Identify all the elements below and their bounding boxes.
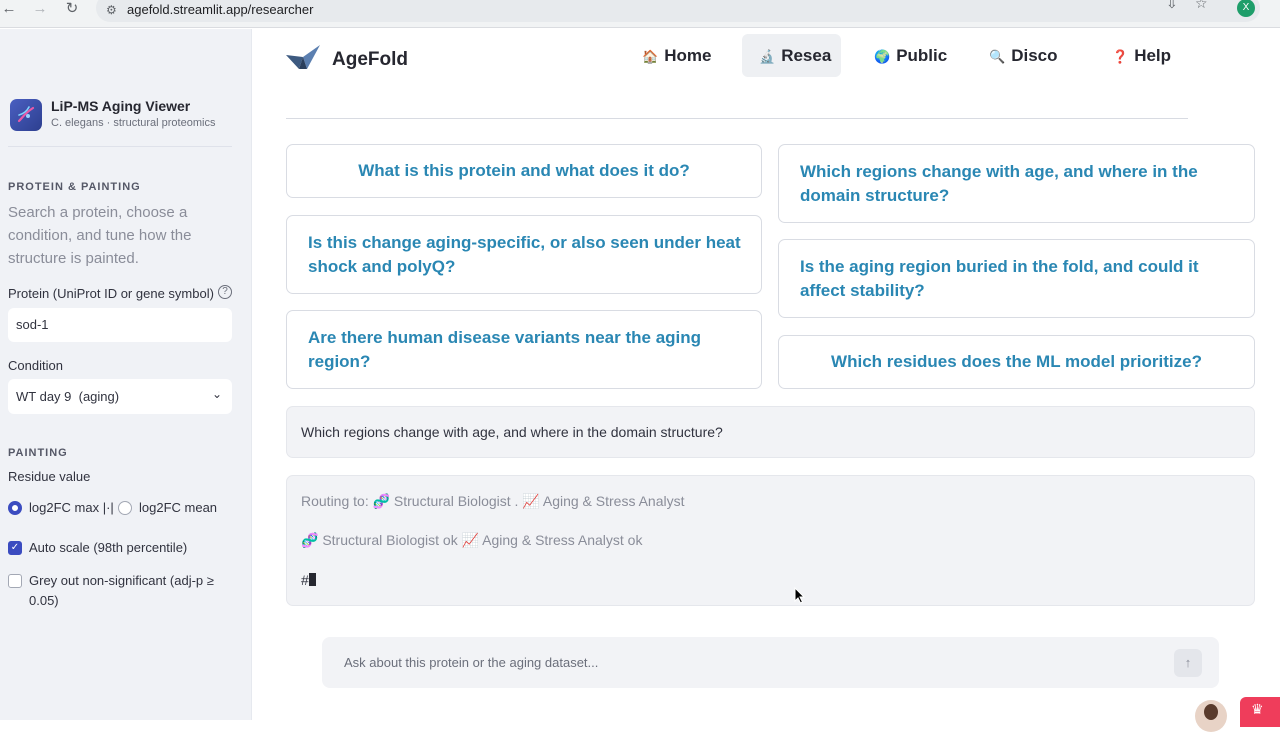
radio-log2fc-mean-label[interactable]: log2FC mean [139, 500, 217, 515]
radio-log2fc-max-label[interactable]: log2FC max |·| [29, 500, 114, 515]
site-settings-icon[interactable]: ⚙ [106, 3, 117, 17]
radio-log2fc-mean[interactable] [118, 501, 132, 515]
auto-scale-label[interactable]: Auto scale (98th percentile) [29, 538, 187, 558]
question-card[interactable]: What is this protein and what does it do… [286, 144, 762, 198]
app-badge-icon[interactable]: ♛ [1240, 697, 1280, 727]
streaming-output: # [301, 572, 316, 588]
question-card[interactable]: Is this change aging-specific, or also s… [286, 215, 762, 294]
protein-input[interactable]: sod-1 [8, 308, 232, 342]
question-icon: ❓ [1112, 49, 1129, 64]
auto-scale-checkbox[interactable]: ✓ [8, 541, 22, 555]
question-card[interactable]: Are there human disease variants near th… [286, 310, 762, 389]
app-subtitle: C. elegans · structural proteomics [51, 117, 216, 129]
header-divider [286, 118, 1188, 119]
grey-out-checkbox[interactable] [8, 574, 22, 588]
streaming-text: # [301, 572, 309, 588]
nav-public[interactable]: 🌍 Public [868, 34, 958, 77]
question-card[interactable]: Is the aging region buried in the fold, … [778, 239, 1255, 318]
globe-icon: 🌍 [874, 49, 891, 64]
residue-value-label: Residue value [8, 469, 91, 484]
brand-name: AgeFold [332, 49, 408, 70]
app-logo-icon [10, 99, 42, 131]
browser-toolbar: ← → ↻ ⚙ agefold.streamlit.app/researcher… [0, 0, 1280, 28]
presenter-avatar [1195, 700, 1227, 732]
condition-value: WT day 9 (aging) [16, 389, 120, 404]
reload-icon[interactable]: ↻ [63, 0, 81, 18]
sidebar-divider [8, 146, 232, 147]
nav-home[interactable]: 🏠 Home [634, 34, 724, 77]
search-icon: 🔍 [989, 49, 1006, 64]
nav-research[interactable]: 🔬 Resea [742, 34, 841, 77]
nav-research-label: Resea [781, 46, 832, 65]
question-card[interactable]: Which regions change with age, and where… [778, 144, 1255, 223]
forward-icon[interactable]: → [31, 0, 49, 18]
back-icon[interactable]: ← [0, 0, 18, 18]
crane-logo-icon [285, 43, 321, 78]
app-title: LiP-MS Aging Viewer [51, 98, 191, 114]
text-cursor [308, 573, 316, 586]
sidebar: LiP-MS Aging Viewer C. elegans · structu… [0, 29, 252, 720]
send-arrow-icon[interactable]: ↑ [1174, 649, 1202, 677]
question-card[interactable]: Which residues does the ML model priorit… [778, 335, 1255, 389]
nav-discover[interactable]: 🔍 Disco [984, 34, 1057, 77]
agents-status: 🧬 Structural Biologist ok 📈 Aging & Stre… [301, 532, 643, 548]
user-message: Which regions change with age, and where… [286, 406, 1255, 458]
condition-label: Condition [8, 358, 63, 373]
install-app-icon[interactable]: ⇩ [1166, 0, 1178, 12]
microscope-icon: 🔬 [759, 49, 776, 64]
main-content: AgeFold 🏠 Home 🔬 Resea 🌍 Public 🔍 Disco ❓ Hel… [253, 29, 1280, 720]
bookmark-star-icon[interactable]: ☆ [1195, 0, 1208, 12]
chat-input-placeholder: Ask about this protein or the aging data… [344, 655, 599, 670]
sidebar-intro: Search a protein, choose a condition, an… [8, 204, 192, 267]
nav-public-label: Public [896, 46, 948, 65]
address-bar[interactable]: ⚙ agefold.streamlit.app/researcher ⇩ ☆ [96, 0, 1260, 22]
nav-help-label: Help [1134, 46, 1172, 65]
url-text: agefold.streamlit.app/researcher [127, 2, 314, 17]
help-icon[interactable]: ? [218, 285, 232, 299]
home-icon: 🏠 [642, 49, 659, 64]
nav-home-label: Home [664, 46, 712, 65]
mouse-cursor-icon [794, 587, 806, 604]
routing-status: Routing to: 🧬 Structural Biologist . 📈 A… [301, 493, 685, 509]
chat-input[interactable]: Ask about this protein or the aging data… [322, 637, 1219, 688]
section-heading-protein: PROTEIN & PAINTING [8, 181, 141, 193]
nav-discover-label: Disco [1011, 46, 1057, 65]
nav-help[interactable]: ❓ Help [1108, 34, 1193, 77]
assistant-response: Routing to: 🧬 Structural Biologist . 📈 A… [286, 475, 1255, 606]
section-heading-painting: PAINTING [8, 447, 68, 459]
chevron-down-icon: ⌄ [211, 387, 222, 401]
grey-out-label[interactable]: Grey out non-significant (adj-p ≥ 0.05) [29, 571, 229, 611]
radio-log2fc-max[interactable] [8, 501, 22, 515]
condition-select[interactable]: WT day 9 (aging) ⌄ [8, 379, 232, 414]
protein-field-label: Protein (UniProt ID or gene symbol) [8, 286, 214, 301]
